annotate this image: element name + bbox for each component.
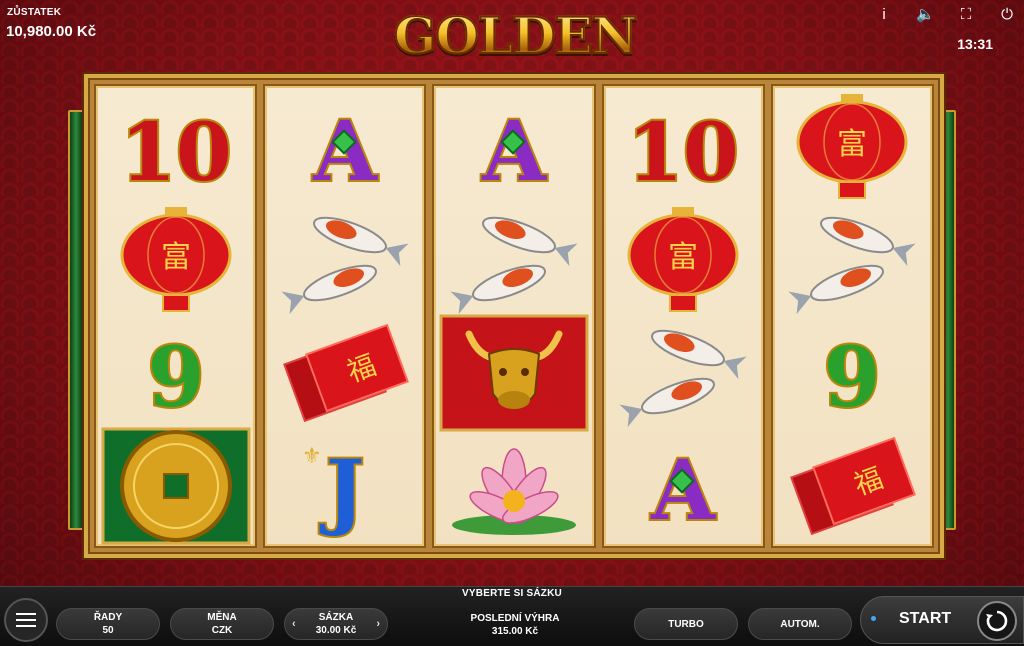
reel-5: 富 9 福 bbox=[770, 84, 935, 548]
last-win-value: 315.00 Kč bbox=[491, 626, 539, 637]
symbol-koi-icon bbox=[270, 205, 420, 315]
autoplay-button[interactable]: AUTOM. bbox=[748, 608, 852, 640]
symbol-ten-icon: 10 bbox=[608, 92, 758, 202]
bet-label: SÁZKA bbox=[318, 612, 354, 623]
balance-label: ZŮSTATEK bbox=[7, 7, 62, 18]
last-win-label: POSLEDNÍ VÝHRA bbox=[470, 613, 560, 624]
symbol-lantern-icon: 富 bbox=[608, 205, 758, 315]
currency-selector[interactable]: MĚNA CZK bbox=[170, 608, 274, 640]
symbol-koi-icon bbox=[777, 205, 927, 315]
autoplay-label: AUTOM. bbox=[780, 618, 820, 630]
symbol-ace-icon: A bbox=[270, 92, 420, 202]
symbol-jack-icon: J ⚜ bbox=[270, 431, 420, 541]
menu-icon bbox=[16, 619, 36, 621]
game-logo: GOLDEN OX bbox=[360, 3, 670, 132]
symbol-nine-icon: 9 bbox=[101, 318, 251, 428]
bet-selector[interactable]: ‹ SÁZKA 30.00 Kč › bbox=[284, 608, 388, 640]
left-side-ornament bbox=[68, 110, 84, 530]
svg-text:富: 富 bbox=[837, 127, 867, 162]
reel-4: 10 富 A bbox=[601, 84, 765, 548]
symbol-envelope-icon: 福 bbox=[777, 431, 927, 541]
svg-text:9: 9 bbox=[824, 330, 881, 426]
start-indicator bbox=[871, 616, 876, 621]
reel-1: 10 富 9 bbox=[94, 84, 258, 548]
symbol-ace-icon: A bbox=[608, 431, 758, 541]
symbol-lantern-icon: 富 bbox=[101, 205, 251, 315]
reel-frame: 10 富 9 A bbox=[84, 74, 944, 558]
sound-icon[interactable]: 🔈 bbox=[916, 6, 935, 24]
bet-hint: VYBERTE SI SÁZKU bbox=[462, 588, 562, 599]
symbol-nine-icon: 9 bbox=[777, 318, 927, 428]
bet-value: 30.00 Kč bbox=[315, 625, 357, 636]
balance-value: 10,980.00 Kč bbox=[6, 23, 97, 40]
info-icon[interactable]: i bbox=[875, 6, 893, 24]
svg-text:富: 富 bbox=[161, 240, 191, 275]
svg-text:⚜: ⚜ bbox=[302, 444, 322, 469]
svg-text:10: 10 bbox=[120, 105, 231, 199]
last-win: POSLEDNÍ VÝHRA 315.00 Kč bbox=[450, 612, 580, 638]
currency-value: CZK bbox=[211, 625, 233, 636]
svg-text:J: J bbox=[319, 443, 364, 539]
symbol-koi-icon bbox=[439, 205, 589, 315]
clock: 13:31 bbox=[957, 36, 993, 52]
fullscreen-icon[interactable]: ⛶ bbox=[957, 6, 975, 24]
top-toolbar: i 🔈 ⛶ ⏻ bbox=[875, 6, 1016, 24]
lines-value: 50 bbox=[102, 625, 114, 636]
symbol-lotus-icon bbox=[439, 431, 589, 541]
symbol-ace-icon: A bbox=[439, 92, 589, 202]
symbol-ox-icon bbox=[439, 314, 589, 431]
lines-selector[interactable]: ŘADY 50 bbox=[56, 608, 160, 640]
power-icon[interactable]: ⏻ bbox=[998, 6, 1016, 24]
currency-label: MĚNA bbox=[207, 612, 237, 623]
lines-label: ŘADY bbox=[93, 612, 123, 623]
symbol-coin-icon bbox=[101, 427, 251, 544]
menu-button[interactable] bbox=[4, 598, 48, 642]
symbol-envelope-icon: 福 bbox=[270, 318, 420, 428]
spin-icon[interactable] bbox=[977, 601, 1017, 641]
bet-increase-icon[interactable]: › bbox=[376, 618, 380, 631]
symbol-ten-icon: 10 bbox=[101, 92, 251, 202]
symbol-lantern-icon: 富 bbox=[777, 92, 927, 202]
reel-3: A bbox=[432, 84, 596, 548]
svg-text:10: 10 bbox=[628, 105, 739, 199]
turbo-label: TURBO bbox=[668, 618, 704, 630]
reel-2: A 福 J⚜ bbox=[263, 84, 427, 548]
turbo-button[interactable]: TURBO bbox=[634, 608, 738, 640]
start-button[interactable]: START bbox=[860, 596, 1024, 644]
start-label: START bbox=[899, 610, 952, 627]
svg-text:9: 9 bbox=[147, 330, 204, 426]
symbol-koi-icon bbox=[608, 318, 758, 428]
svg-text:富: 富 bbox=[668, 240, 698, 275]
bet-decrease-icon[interactable]: ‹ bbox=[292, 618, 296, 631]
